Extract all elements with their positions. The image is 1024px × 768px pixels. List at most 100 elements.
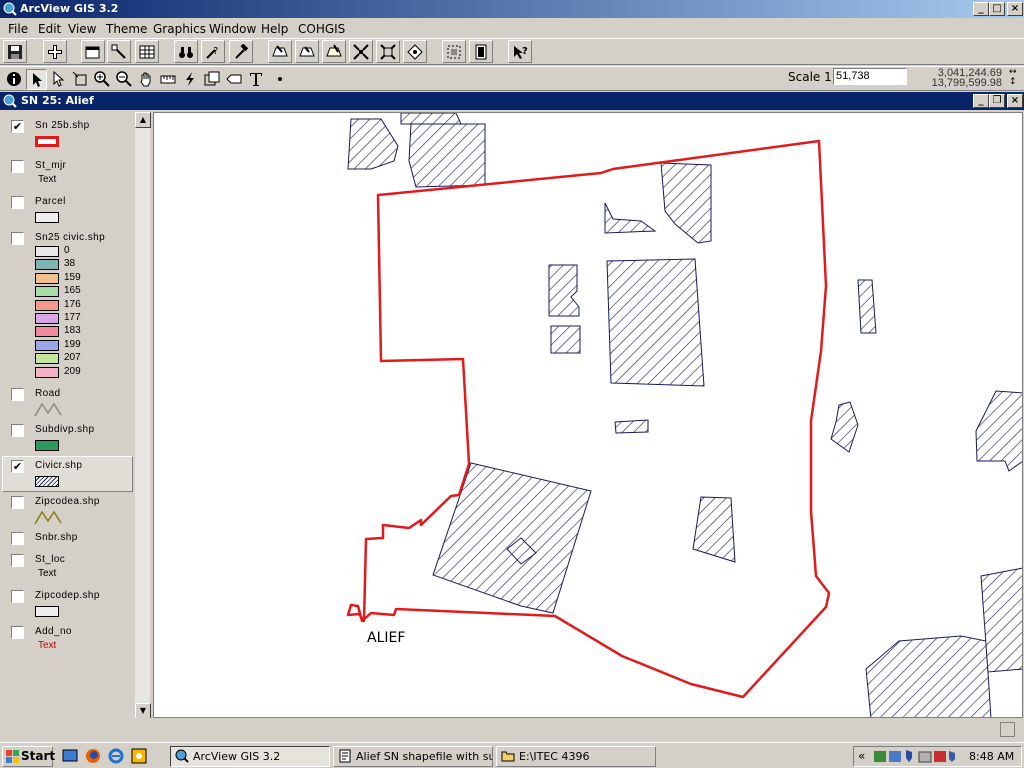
app-title: ArcView GIS 3.2	[20, 2, 119, 15]
measure-tool[interactable]	[158, 69, 179, 90]
theme-properties-button[interactable]	[81, 40, 105, 63]
layer-name: Sn25 civic.shp	[35, 232, 106, 243]
toc-scrollbar[interactable]: ▲ ▼	[134, 112, 151, 719]
clock: 8:48 AM	[969, 750, 1015, 763]
layer-name: St_loc	[35, 554, 66, 565]
minimize-button[interactable]: _	[973, 2, 989, 16]
query-builder-button[interactable]: ?	[201, 40, 225, 63]
task-arcview[interactable]: ArcView GIS 3.2	[170, 746, 330, 767]
zoom-selected-button[interactable]	[322, 40, 346, 63]
menu-graphics[interactable]: Graphics	[153, 22, 206, 36]
civic-parcel	[865, 635, 992, 717]
properties-icon	[85, 46, 100, 59]
zoom-out-tool[interactable]	[114, 69, 135, 90]
internet-explorer-icon[interactable]	[108, 748, 124, 764]
windows-logo-icon	[6, 750, 19, 763]
task-alief-document[interactable]: Alief SN shapefile with su...	[333, 746, 493, 767]
select-by-theme-button[interactable]	[442, 40, 466, 63]
layer-visibility-checkbox[interactable]	[11, 160, 24, 173]
select-feature-tool[interactable]	[70, 69, 91, 90]
add-theme-button[interactable]	[43, 40, 67, 63]
start-button[interactable]: Start	[2, 746, 55, 767]
menu-help[interactable]: Help	[261, 22, 288, 36]
layer-name: Zipcodea.shp	[35, 496, 100, 507]
zoom-themes-icon	[299, 46, 315, 57]
maximize-button[interactable]: □	[989, 2, 1005, 16]
menu-file[interactable]: File	[8, 22, 28, 36]
help-button[interactable]: ?	[508, 40, 532, 63]
layer-visibility-checkbox[interactable]	[11, 554, 24, 567]
layer-name: Road	[35, 388, 61, 399]
label-icon	[226, 74, 242, 84]
text-tool[interactable]	[246, 69, 267, 90]
zoom-full-button[interactable]	[268, 40, 292, 63]
hand-icon	[140, 72, 151, 87]
layer-visibility-checkbox[interactable]: ✔	[11, 460, 24, 473]
pan-tool[interactable]	[136, 69, 157, 90]
menu-window[interactable]: Window	[209, 22, 256, 36]
save-button[interactable]	[3, 40, 27, 63]
layer-visibility-checkbox[interactable]: ✔	[11, 120, 24, 133]
map-canvas[interactable]: ALIEF	[153, 112, 1023, 718]
show-desktop-icon[interactable]	[62, 748, 78, 764]
view-minimize-button[interactable]: _	[973, 94, 989, 108]
draw-tool[interactable]	[270, 69, 291, 90]
hotlink-tool[interactable]	[180, 69, 201, 90]
clear-selection-button[interactable]	[469, 40, 493, 63]
menu-edit[interactable]: Edit	[38, 22, 61, 36]
zoom-out-button[interactable]	[376, 40, 400, 63]
scroll-up-arrow[interactable]: ▲	[135, 112, 151, 128]
find-button[interactable]	[174, 40, 198, 63]
scale-input[interactable]: 51,738	[833, 68, 907, 85]
view-restore-button[interactable]: ❐	[989, 94, 1005, 108]
area-of-interest-tool[interactable]	[202, 69, 223, 90]
sn25-boundary	[346, 139, 831, 699]
pointer-tool[interactable]	[26, 69, 47, 90]
civic-parcel	[857, 279, 877, 334]
civic-parcel	[408, 123, 486, 188]
open-table-button[interactable]	[135, 40, 159, 63]
vertex-edit-tool[interactable]	[48, 69, 69, 90]
task-label: ArcView GIS 3.2	[193, 750, 281, 763]
locate-button[interactable]	[229, 40, 253, 63]
layer-visibility-checkbox[interactable]	[11, 496, 24, 509]
layer-visibility-checkbox[interactable]	[11, 590, 24, 603]
tray-expand-icon[interactable]: «	[858, 749, 865, 763]
media-player-icon[interactable]	[131, 748, 147, 764]
zoom-in-tool[interactable]	[92, 69, 113, 90]
civic-parcel	[548, 264, 580, 317]
layer-visibility-checkbox[interactable]	[11, 388, 24, 401]
scroll-down-arrow[interactable]: ▼	[135, 703, 151, 719]
resize-grip-icon[interactable]	[1000, 722, 1015, 737]
layer-visibility-checkbox[interactable]	[11, 196, 24, 209]
zoom-in-button[interactable]	[349, 40, 373, 63]
menu-cohgis[interactable]: COHGIS	[298, 22, 345, 36]
menu-view[interactable]: View	[68, 22, 96, 36]
task-explorer-folder[interactable]: E:\ITEC 4396	[496, 746, 656, 767]
app-title-bar: ArcView GIS 3.2 _ □ ×	[0, 0, 1024, 18]
close-button[interactable]: ×	[1007, 2, 1023, 16]
legend-class-label: 209	[64, 365, 81, 377]
layer-name: Subdivp.shp	[35, 424, 95, 435]
zoom-themes-button[interactable]	[295, 40, 319, 63]
menu-theme[interactable]: Theme	[106, 22, 147, 36]
table-icon	[139, 45, 155, 59]
zoom-previous-button[interactable]	[403, 40, 427, 63]
view-globe-icon	[3, 94, 17, 108]
label-tool[interactable]	[224, 69, 245, 90]
layer-visibility-checkbox[interactable]	[11, 626, 24, 639]
zoom-full-icon	[272, 45, 288, 57]
firefox-icon[interactable]	[85, 748, 101, 764]
layer-visibility-checkbox[interactable]	[11, 424, 24, 437]
layer-visibility-checkbox[interactable]	[11, 532, 24, 545]
identify-tool[interactable]	[4, 69, 25, 90]
view-close-button[interactable]: ×	[1007, 94, 1023, 108]
view-title: SN 25: Alief	[21, 94, 94, 107]
layer-visibility-checkbox[interactable]	[11, 232, 24, 245]
edit-legend-button[interactable]	[107, 40, 131, 63]
layer-name: Parcel	[35, 196, 66, 207]
map-svg: ALIEF	[346, 113, 1022, 717]
legend-class-swatch	[35, 299, 59, 311]
civic-parcel	[606, 258, 705, 387]
menu-bar: File Edit View Theme Graphics Window Hel…	[0, 19, 1024, 38]
